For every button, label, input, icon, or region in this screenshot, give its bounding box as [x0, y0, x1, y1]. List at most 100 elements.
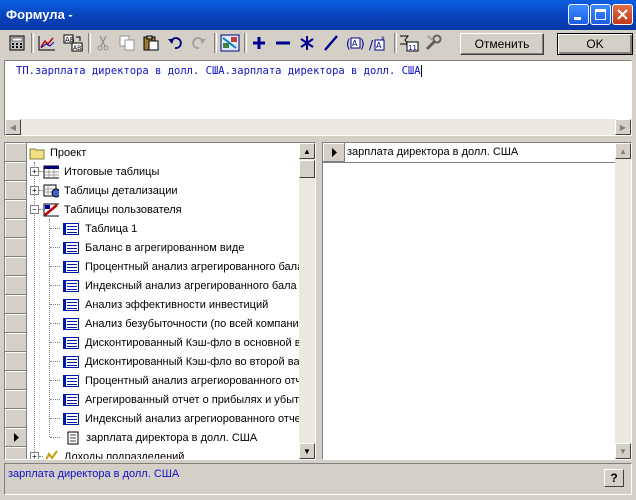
- ok-button[interactable]: OK: [557, 33, 633, 55]
- tree-item[interactable]: Индексный анализ агрегированного бала: [61, 276, 297, 295]
- row-header: [5, 143, 27, 162]
- row-header: [5, 428, 27, 447]
- paste-button[interactable]: [140, 32, 162, 54]
- parentheses-button[interactable]: (A): [344, 32, 366, 54]
- user-table-icon: [43, 203, 59, 217]
- fields-panel: зарплата директора в долл. США ▲ ▼: [322, 142, 632, 460]
- formula-hscrollbar[interactable]: ◀ ▶: [5, 119, 631, 135]
- tree-item-label: Анализ безубыточности (по всей компани: [85, 317, 299, 330]
- copy-icon: [119, 35, 135, 51]
- tree-item-folder[interactable]: Таблицы пользователя: [43, 200, 182, 219]
- filter-button[interactable]: 11: [398, 32, 420, 54]
- tree-item[interactable]: Таблица 1: [61, 219, 137, 238]
- swap-button[interactable]: ABABC: [62, 32, 84, 54]
- cancel-button[interactable]: Отменить: [460, 33, 544, 55]
- report-icon: [61, 279, 80, 293]
- collapse-icon[interactable]: −: [30, 205, 39, 214]
- tree-panel: Проект + Итоговые таблицы + Таблицы детализа…: [4, 142, 316, 460]
- close-button[interactable]: [612, 4, 633, 25]
- minus-icon: [276, 41, 290, 45]
- svg-text:(: (: [346, 37, 351, 51]
- copy-button[interactable]: [116, 32, 138, 54]
- chart-button[interactable]: [36, 32, 58, 54]
- row-pointer-icon: [14, 433, 19, 442]
- svg-text:A: A: [376, 41, 382, 50]
- cut-button[interactable]: [92, 32, 114, 54]
- toolbar-separator: [214, 33, 217, 53]
- tree-item-label: Доходы подразделений: [64, 450, 185, 460]
- expand-icon[interactable]: +: [30, 186, 39, 195]
- scroll-right-button[interactable]: ▶: [615, 119, 631, 135]
- function-button[interactable]: [219, 32, 241, 54]
- tree-item[interactable]: Агрегированный отчет о прибылях и убытк: [61, 390, 304, 409]
- row-header: [5, 276, 27, 295]
- scroll-down-button[interactable]: ▼: [299, 443, 315, 459]
- minus-button[interactable]: [272, 32, 294, 54]
- scroll-thumb[interactable]: [299, 160, 315, 178]
- row-header: [5, 371, 27, 390]
- minimize-icon: [574, 17, 581, 20]
- divide-button[interactable]: [320, 32, 342, 54]
- tree-item[interactable]: Процентный анализ агрегированного бала: [61, 257, 303, 276]
- tree-guide-line: [50, 437, 60, 438]
- tree-item-label: Таблицы детализации: [64, 184, 178, 197]
- tree-item-label: Индексный анализ агрегированного бала: [85, 279, 297, 292]
- report-icon: [61, 241, 80, 255]
- arrow-right-icon: ▶: [619, 122, 627, 132]
- scroll-down-button[interactable]: ▼: [615, 443, 631, 459]
- status-bar: зарплата директора в долл. США: [4, 463, 632, 495]
- formula-text[interactable]: ТП.зарплата директора в долл. США.зарпла…: [16, 65, 422, 77]
- tree-guide-line: [50, 323, 60, 324]
- multiply-button[interactable]: [296, 32, 318, 54]
- tree-vscrollbar[interactable]: ▲ ▼: [299, 143, 315, 459]
- tree-item-label: Дисконтированный Кэш-фло в основной в: [85, 336, 301, 349]
- svg-text:): ): [360, 37, 365, 51]
- formula-editor[interactable]: ТП.зарплата директора в долл. США.зарпла…: [4, 60, 632, 136]
- tree-item[interactable]: Индексный анализ агрегиорованного отче: [61, 409, 301, 428]
- svg-text:A: A: [352, 39, 358, 48]
- minimize-button[interactable]: [568, 4, 589, 25]
- tree-item[interactable]: зарплата директора в долл. США: [65, 428, 257, 447]
- power-button[interactable]: / Ax: [368, 32, 390, 54]
- help-icon: ?: [610, 471, 618, 485]
- tree-item-folder[interactable]: Таблицы детализации: [43, 181, 178, 200]
- scroll-left-button[interactable]: ◀: [5, 119, 21, 135]
- formula-text-value: ТП.зарплата директора в долл. США.зарпла…: [16, 65, 421, 77]
- tree-item[interactable]: Дисконтированный Кэш-фло в основной в: [61, 333, 301, 352]
- folder-icon: [29, 146, 45, 160]
- tree-guide-line: [50, 418, 60, 419]
- tree-item-label: Дисконтированный Кэш-фло во второй ва: [85, 355, 300, 368]
- expand-icon[interactable]: +: [30, 452, 39, 459]
- tree-item[interactable]: Анализ эффективности инвестиций: [61, 295, 268, 314]
- power-icon: / Ax: [369, 35, 385, 52]
- list-item[interactable]: зарплата директора в долл. США: [323, 143, 615, 163]
- tree-item-folder[interactable]: Итоговые таблицы: [43, 162, 159, 181]
- tree-item[interactable]: Баланс в агрегированном виде: [61, 238, 244, 257]
- tree-item-root[interactable]: Проект: [29, 143, 86, 162]
- tree-item[interactable]: Дисконтированный Кэш-фло во второй ва: [61, 352, 300, 371]
- wrench-button[interactable]: [422, 32, 444, 54]
- expand-icon[interactable]: +: [30, 167, 39, 176]
- table-icon: [43, 165, 59, 179]
- tree-guide-line: [50, 342, 60, 343]
- multiply-icon: [300, 36, 314, 50]
- arrow-left-icon: ◀: [9, 122, 17, 132]
- tree-item-folder[interactable]: Доходы подразделений: [43, 447, 185, 460]
- scroll-up-button[interactable]: ▲: [615, 143, 631, 159]
- help-button[interactable]: ?: [604, 469, 624, 487]
- scroll-up-button[interactable]: ▲: [299, 143, 315, 159]
- row-header: [5, 314, 27, 333]
- tree-item[interactable]: Процентный анализ агрегиорованного отч: [61, 371, 301, 390]
- calculator-button[interactable]: [6, 32, 28, 54]
- tree-guide-line: [50, 247, 60, 248]
- fields-vscrollbar[interactable]: ▲ ▼: [615, 143, 631, 459]
- tree-item-label: Агрегированный отчет о прибылях и убытк: [85, 393, 304, 406]
- undo-button[interactable]: [164, 32, 186, 54]
- toolbar-separator: [244, 33, 247, 53]
- paste-icon: [143, 35, 159, 51]
- maximize-button[interactable]: [590, 4, 611, 25]
- tree-guide-line: [50, 285, 60, 286]
- tree-item[interactable]: Анализ безубыточности (по всей компани: [61, 314, 299, 333]
- plus-button[interactable]: [248, 32, 270, 54]
- redo-button[interactable]: [188, 32, 210, 54]
